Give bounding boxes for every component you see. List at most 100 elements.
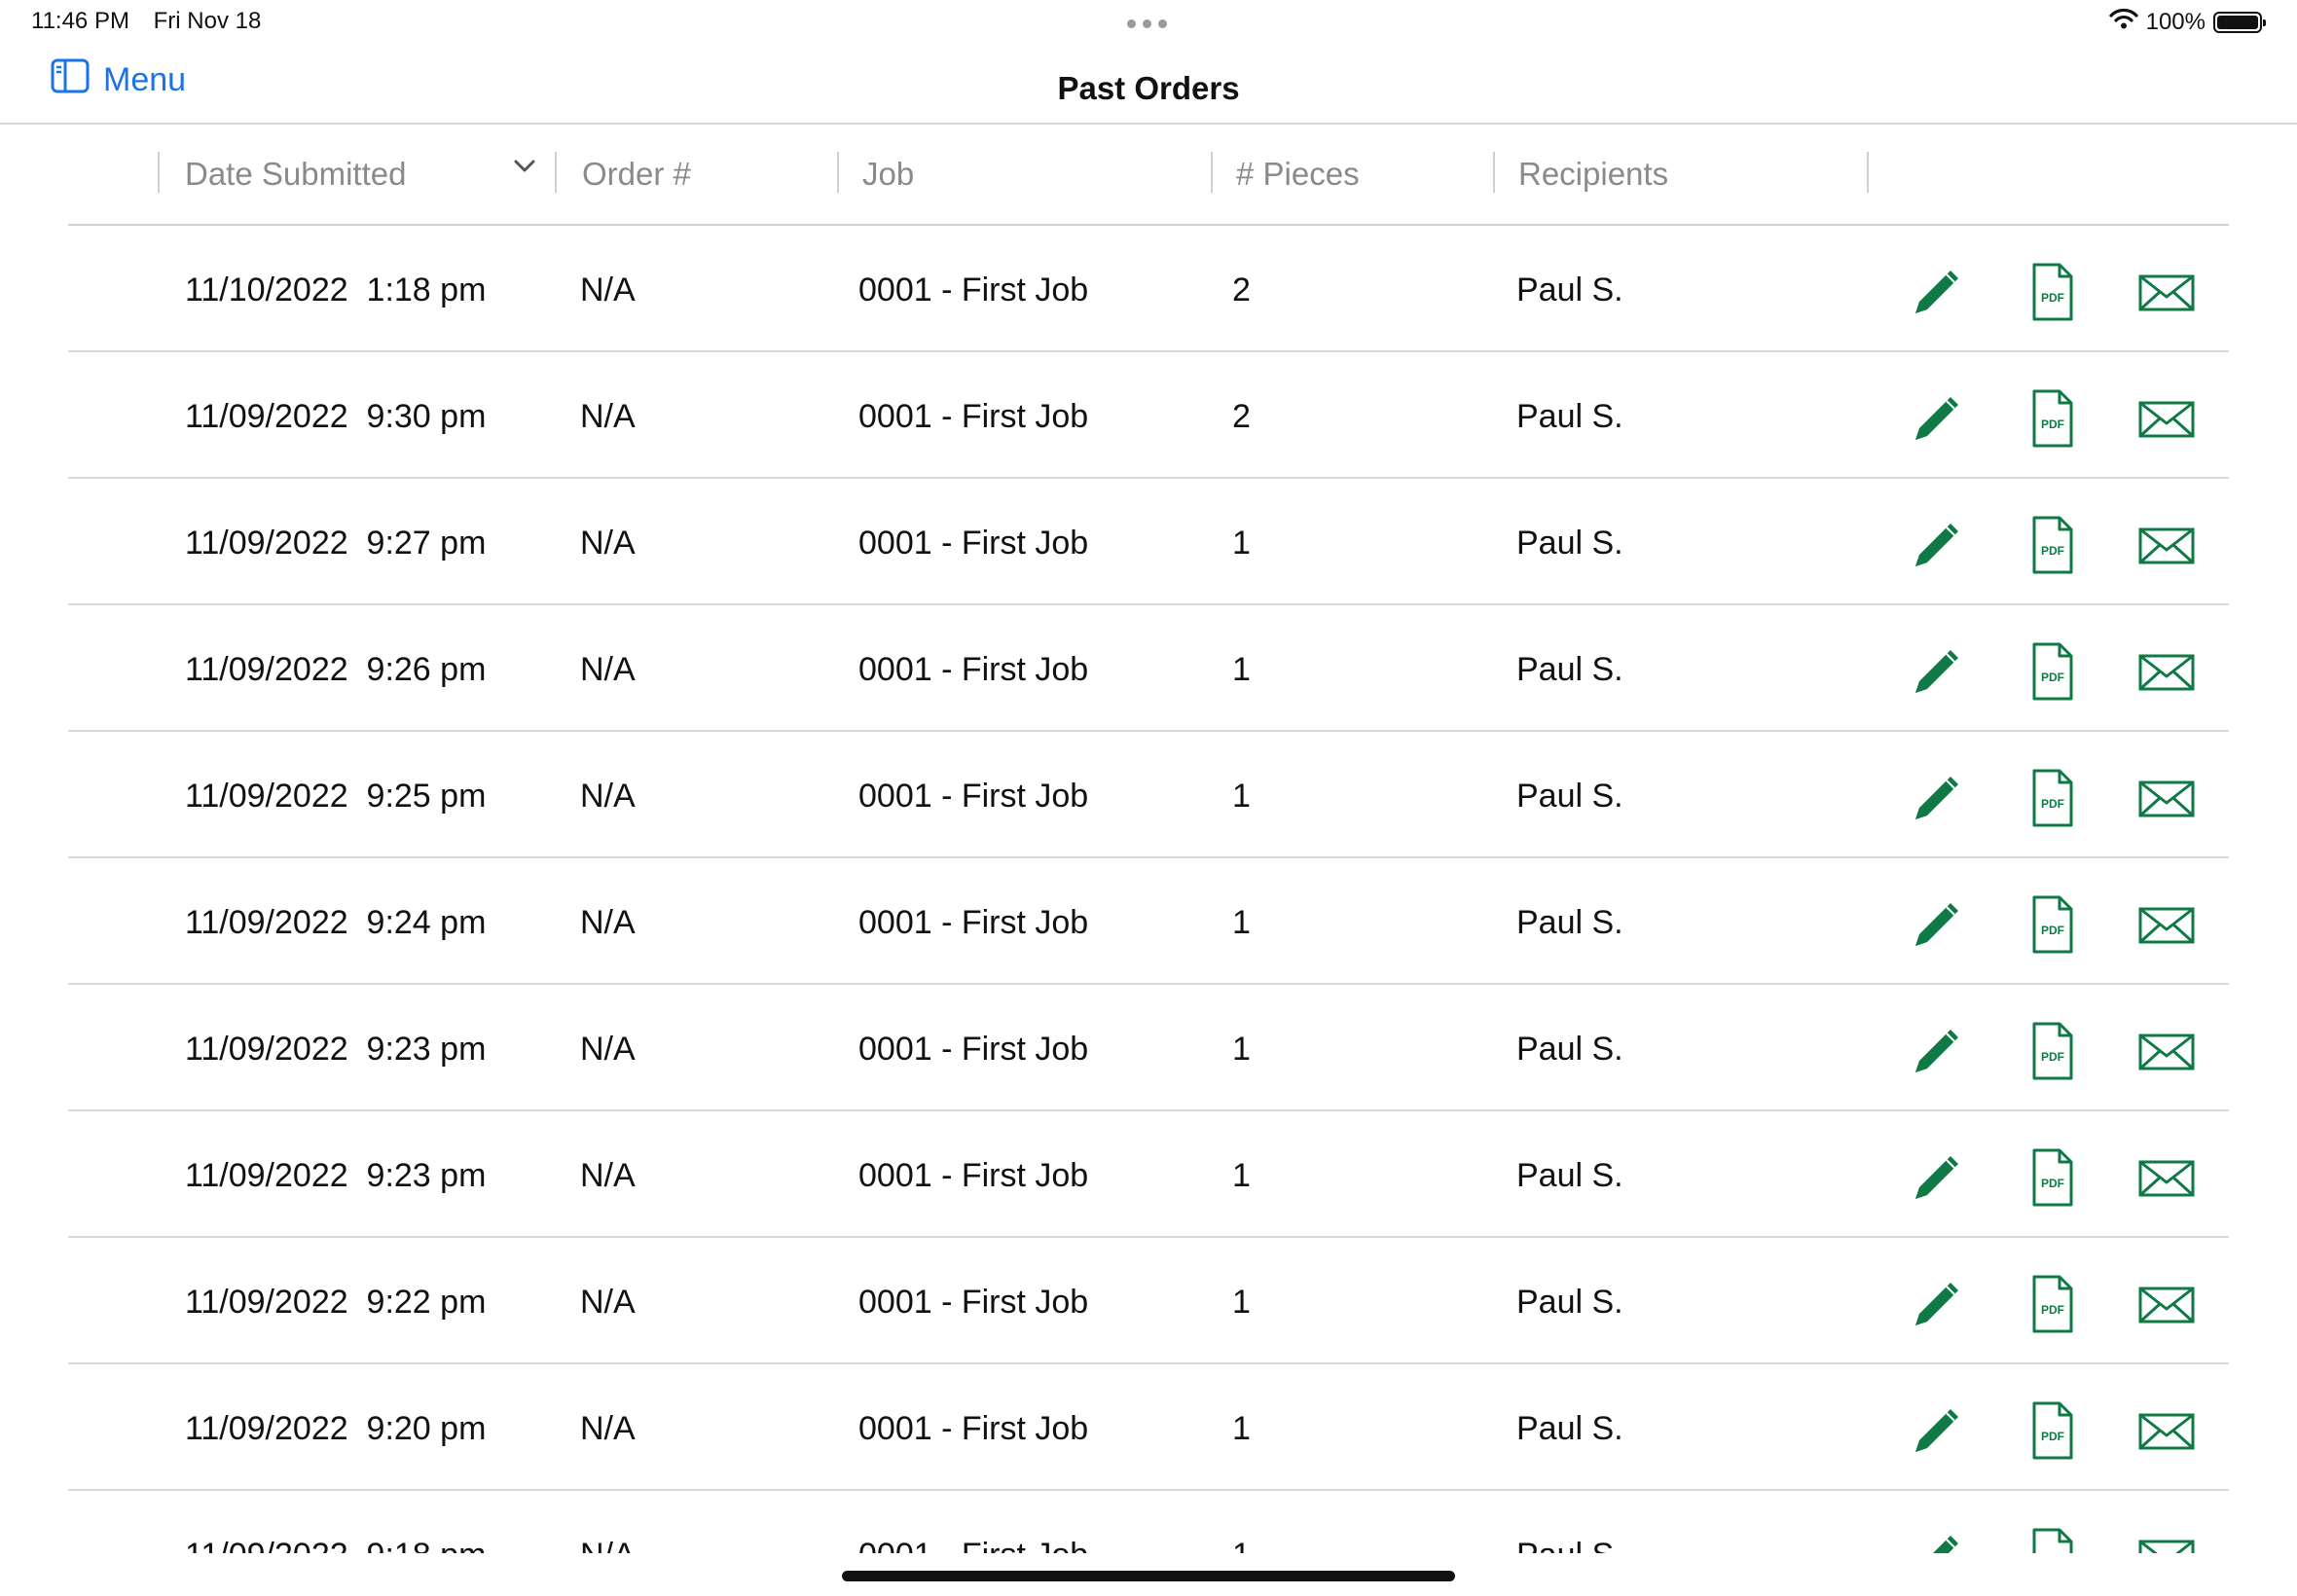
pencil-icon[interactable] — [1906, 1399, 1968, 1462]
envelope-icon[interactable] — [2135, 1273, 2198, 1335]
pdf-icon[interactable]: PDF — [2021, 1399, 2083, 1462]
envelope-icon[interactable] — [2135, 1399, 2198, 1462]
cell-job: 0001 - First Job — [858, 1031, 1089, 1068]
cell-recipients: Paul S. — [1516, 1410, 1623, 1447]
cell-date-submitted: 11/09/2022 9:20 pm — [185, 1410, 487, 1447]
cell-pieces: 1 — [1232, 1284, 1251, 1321]
table-row[interactable]: 11/09/2022 9:18 pm N/A 0001 - First Job … — [68, 1491, 2229, 1553]
pencil-icon[interactable] — [1906, 1020, 1968, 1082]
column-divider — [1493, 152, 1495, 193]
cell-order-number: N/A — [580, 778, 636, 815]
envelope-icon[interactable] — [2135, 893, 2198, 956]
cell-date-submitted: 11/09/2022 9:23 pm — [185, 1031, 487, 1068]
svg-text:PDF: PDF — [2041, 544, 2064, 558]
svg-text:PDF: PDF — [2041, 797, 2064, 811]
cell-job: 0001 - First Job — [858, 272, 1089, 308]
cell-pieces: 1 — [1232, 1410, 1251, 1447]
cell-order-number: N/A — [580, 1537, 636, 1553]
pencil-icon[interactable] — [1906, 640, 1968, 703]
table-body: 11/10/2022 1:18 pm N/A 0001 - First Job … — [68, 226, 2229, 1553]
svg-text:PDF: PDF — [2041, 1050, 2064, 1064]
cell-pieces: 1 — [1232, 1157, 1251, 1194]
envelope-icon[interactable] — [2135, 1526, 2198, 1553]
table-row[interactable]: 11/10/2022 1:18 pm N/A 0001 - First Job … — [68, 226, 2229, 352]
cell-order-number: N/A — [580, 1031, 636, 1068]
cell-pieces: 2 — [1232, 272, 1251, 308]
pdf-icon[interactable]: PDF — [2021, 1020, 2083, 1082]
pencil-icon[interactable] — [1906, 514, 1968, 576]
cell-job: 0001 - First Job — [858, 1410, 1089, 1447]
pencil-icon[interactable] — [1906, 261, 1968, 323]
cell-date-submitted: 11/09/2022 9:23 pm — [185, 1157, 487, 1194]
envelope-icon[interactable] — [2135, 1146, 2198, 1209]
navigation-bar: Menu Past Orders — [0, 45, 2297, 125]
table-row[interactable]: 11/09/2022 9:27 pm N/A 0001 - First Job … — [68, 479, 2229, 605]
pencil-icon[interactable] — [1906, 1526, 1968, 1553]
header-recipients[interactable]: Recipients — [1518, 156, 1668, 193]
cell-order-number: N/A — [580, 651, 636, 688]
cell-job: 0001 - First Job — [858, 1284, 1089, 1321]
svg-text:PDF: PDF — [2041, 417, 2064, 431]
table-row[interactable]: 11/09/2022 9:26 pm N/A 0001 - First Job … — [68, 605, 2229, 732]
table-row[interactable]: 11/09/2022 9:23 pm N/A 0001 - First Job … — [68, 985, 2229, 1111]
table-row[interactable]: 11/09/2022 9:22 pm N/A 0001 - First Job … — [68, 1238, 2229, 1364]
cell-job: 0001 - First Job — [858, 1537, 1088, 1553]
header-pieces[interactable]: # Pieces — [1236, 156, 1360, 193]
cell-recipients: Paul S. — [1516, 1284, 1623, 1321]
cell-recipients: Paul S. — [1516, 1157, 1623, 1194]
pencil-icon[interactable] — [1906, 893, 1968, 956]
table-row[interactable]: 11/09/2022 9:25 pm N/A 0001 - First Job … — [68, 732, 2229, 858]
pdf-icon[interactable]: PDF — [2021, 893, 2083, 956]
envelope-icon[interactable] — [2135, 767, 2198, 829]
pdf-icon[interactable]: PDF — [2021, 1273, 2083, 1335]
cell-order-number: N/A — [580, 904, 636, 941]
cell-order-number: N/A — [580, 1284, 636, 1321]
cell-order-number: N/A — [580, 272, 636, 308]
pencil-icon[interactable] — [1906, 387, 1968, 450]
header-date-submitted[interactable]: Date Submitted — [185, 156, 406, 193]
column-divider — [555, 152, 557, 193]
envelope-icon[interactable] — [2135, 640, 2198, 703]
chevron-down-icon[interactable] — [514, 160, 535, 178]
multitasking-dots-icon[interactable] — [1127, 19, 1167, 28]
pdf-icon[interactable]: PDF — [2021, 1526, 2083, 1553]
pdf-icon[interactable]: PDF — [2021, 1146, 2083, 1209]
envelope-icon[interactable] — [2135, 1020, 2198, 1082]
envelope-icon[interactable] — [2135, 514, 2198, 576]
envelope-icon[interactable] — [2135, 261, 2198, 323]
pdf-icon[interactable]: PDF — [2021, 261, 2083, 323]
battery-percent: 100% — [2145, 8, 2206, 35]
cell-recipients: Paul S. — [1516, 525, 1623, 562]
table-row[interactable]: 11/09/2022 9:23 pm N/A 0001 - First Job … — [68, 1111, 2229, 1238]
home-indicator[interactable] — [842, 1571, 1455, 1581]
svg-text:PDF: PDF — [2041, 671, 2064, 684]
table-row[interactable]: 11/09/2022 9:30 pm N/A 0001 - First Job … — [68, 352, 2229, 479]
cell-date-submitted: 11/09/2022 9:18 pm — [185, 1537, 486, 1553]
pencil-icon[interactable] — [1906, 1273, 1968, 1335]
cell-pieces: 1 — [1232, 1031, 1251, 1068]
table-row[interactable]: 11/09/2022 9:24 pm N/A 0001 - First Job … — [68, 858, 2229, 985]
cell-pieces: 1 — [1232, 525, 1251, 562]
svg-text:PDF: PDF — [2041, 1303, 2064, 1317]
svg-text:PDF: PDF — [2041, 924, 2064, 937]
cell-job: 0001 - First Job — [858, 651, 1089, 688]
orders-table-viewport[interactable]: Date Submitted Order # Job # Pieces Reci… — [0, 125, 2297, 1553]
envelope-icon[interactable] — [2135, 387, 2198, 450]
cell-order-number: N/A — [580, 1157, 636, 1194]
pdf-icon[interactable]: PDF — [2021, 767, 2083, 829]
cell-date-submitted: 11/09/2022 9:26 pm — [185, 651, 487, 688]
pdf-icon[interactable]: PDF — [2021, 640, 2083, 703]
table-row[interactable]: 11/09/2022 9:20 pm N/A 0001 - First Job … — [68, 1364, 2229, 1491]
cell-date-submitted: 11/09/2022 9:27 pm — [185, 525, 487, 562]
wifi-icon — [2109, 8, 2138, 36]
pdf-icon[interactable]: PDF — [2021, 387, 2083, 450]
cell-date-submitted: 11/09/2022 9:25 pm — [185, 778, 487, 815]
header-job[interactable]: Job — [862, 156, 914, 193]
pdf-icon[interactable]: PDF — [2021, 514, 2083, 576]
status-bar: 11:46 PM Fri Nov 18 100% — [0, 0, 2297, 45]
cell-recipients: Paul S. — [1516, 651, 1623, 688]
cell-job: 0001 - First Job — [858, 1157, 1089, 1194]
header-order-number[interactable]: Order # — [582, 156, 691, 193]
pencil-icon[interactable] — [1906, 1146, 1968, 1209]
pencil-icon[interactable] — [1906, 767, 1968, 829]
